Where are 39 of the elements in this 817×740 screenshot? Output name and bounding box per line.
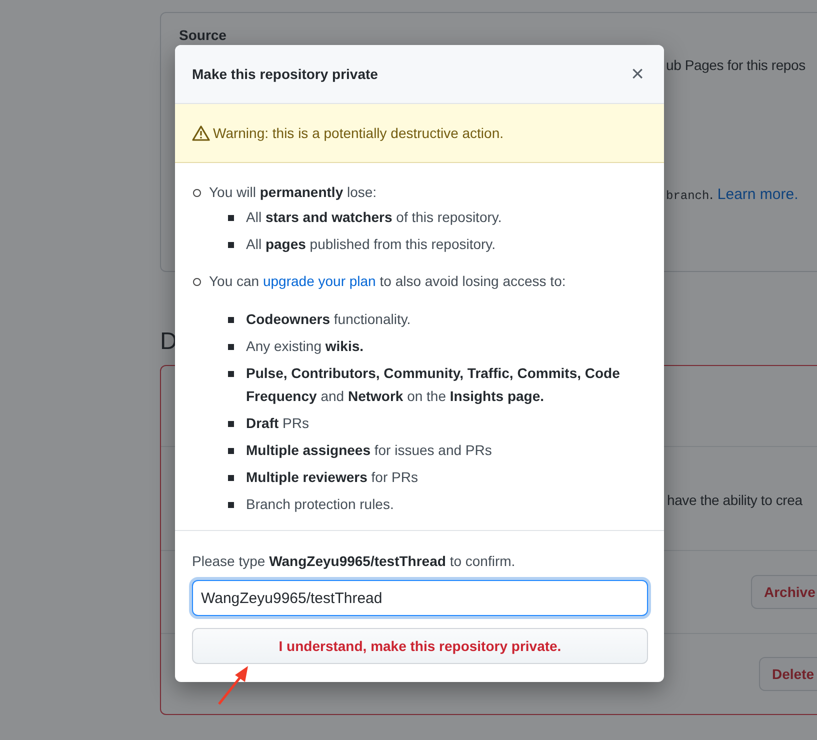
list-item-text: Branch protection rules. [246, 495, 394, 514]
bullet-icon [228, 215, 234, 221]
confirm-prompt: Please type WangZeyu9965/testThread to confirm. [192, 553, 516, 569]
warning-text: Warning: this is a potentially destructive action. [213, 125, 504, 141]
branch-code: branch [666, 189, 710, 203]
bullet-icon [228, 242, 234, 248]
dialog-title: Make this repository private [192, 66, 378, 82]
confirm-input[interactable]: WangZeyu9965/testThread [192, 580, 648, 616]
section-text: You will permanently lose: [209, 183, 377, 202]
source-label: Source [179, 27, 228, 43]
bullet-icon [228, 344, 234, 350]
danger-text: have the ability to crea [667, 492, 802, 508]
bullet-icon [228, 448, 234, 454]
close-button[interactable]: × [627, 64, 648, 84]
annotation-arrow [218, 666, 248, 705]
section-text: You can upgrade your plan to also avoid losing access to: [209, 272, 566, 291]
upgrade-link[interactable]: upgrade your plan [262, 273, 376, 289]
bullet-icon [228, 502, 234, 508]
archive-button[interactable]: Archive [751, 575, 817, 610]
bullet-icon [228, 317, 234, 323]
list-item-text: Pulse, Contributors, Community, Traffic, Commits, Code Frequency and Network on the Insights page. [246, 364, 621, 406]
list-item-text: Multiple reviewers for PRs [246, 468, 418, 487]
learn-more-link[interactable]: Learn more. [717, 186, 798, 203]
list-item-text: All stars and watchers of this repository. [246, 208, 502, 227]
list-item-text: Codeowners functionality. [246, 310, 411, 329]
bullet-icon [228, 371, 234, 377]
bullet-icon [193, 278, 201, 286]
list-item-text: Multiple assignees for issues and PRs [246, 441, 492, 460]
bullet-icon [228, 475, 234, 481]
delete-button[interactable]: Delete [759, 657, 817, 692]
warning-icon [192, 125, 210, 141]
period-text: . [709, 186, 714, 203]
list-item-text: Any existing wikis. [246, 337, 364, 356]
list-item-text: All pages published from this repository. [246, 235, 496, 254]
bullet-icon [193, 188, 201, 196]
bullet-icon [228, 421, 234, 427]
confirm-button[interactable]: I understand, make this repository private. [192, 628, 648, 664]
list-item-text: Draft PRs [246, 414, 310, 433]
pages-text: ub Pages for this repos [666, 57, 806, 73]
